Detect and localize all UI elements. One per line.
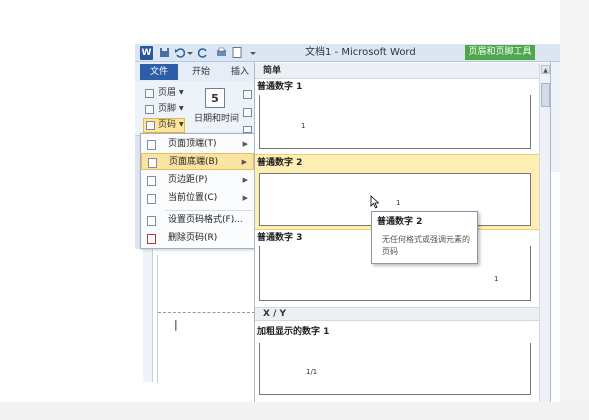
- date-time-button[interactable]: 日期和时间: [194, 113, 239, 125]
- print-icon[interactable]: [216, 47, 227, 59]
- gallery-item-label: 普通数字 1: [257, 82, 303, 92]
- undo-icon[interactable]: [174, 47, 186, 59]
- tab-file[interactable]: 文件: [140, 64, 178, 80]
- scroll-thumb[interactable]: [541, 83, 550, 107]
- footer-boundary-line: [158, 312, 255, 313]
- page-margin-icon: [147, 176, 156, 186]
- menu-item-label: 页面顶端(T): [168, 139, 217, 149]
- gallery-scrollbar[interactable]: ▲: [539, 63, 550, 402]
- ribbon-right-edge: [551, 62, 560, 172]
- menu-item-remove-page-number[interactable]: 删除页码(R): [141, 230, 254, 247]
- gallery-category-xy: X / Y: [255, 307, 539, 321]
- menu-item-label: 页边距(P): [168, 175, 208, 185]
- menu-separator: [165, 210, 253, 211]
- vertical-ruler: [143, 249, 153, 382]
- mouse-pointer-icon: [370, 195, 380, 209]
- submenu-arrow-icon: ▶: [242, 176, 248, 184]
- current-position-icon: [147, 194, 156, 204]
- tab-insert[interactable]: 插入: [231, 65, 249, 79]
- window-title: 文档1 - Microsoft Word: [305, 47, 416, 58]
- gallery-item-label: 普通数字 2: [257, 158, 303, 168]
- tooltip-title: 普通数字 2: [377, 217, 423, 227]
- tab-home[interactable]: 开始: [192, 65, 210, 79]
- footer-icon: [145, 105, 154, 114]
- footer-dropdown-icon[interactable]: ▼: [179, 103, 184, 115]
- tooltip: 普通数字 2 无任何格式或强调元素的页码: [371, 211, 478, 264]
- gallery-item-bold-number-1[interactable]: 加粗显示的数字 1 1/1: [255, 321, 539, 402]
- submenu-arrow-icon: ▶: [241, 158, 247, 166]
- calendar-icon[interactable]: 5: [205, 88, 225, 108]
- menu-item-current-position[interactable]: 当前位置(C) ▶: [141, 190, 254, 207]
- page-number-menu: 页面顶端(T) ▶ 页面底端(B) ▶ 页边距(P) ▶ 当前位置(C) ▶ 设…: [140, 133, 255, 249]
- page-number-preview: 1: [301, 122, 306, 130]
- gallery-item-plain-number-1[interactable]: 普通数字 1 1: [255, 79, 539, 154]
- menu-item-label: 当前位置(C): [168, 193, 218, 203]
- dropdown-icon[interactable]: [187, 47, 193, 59]
- header-dropdown-icon[interactable]: ▼: [179, 87, 184, 99]
- context-tab-header-footer-tools[interactable]: 页眉和页脚工具: [465, 45, 535, 60]
- page-bottom-icon: [148, 158, 157, 168]
- clipart-icon[interactable]: [243, 108, 252, 117]
- picture-icon[interactable]: [243, 90, 252, 99]
- submenu-arrow-icon: ▶: [242, 194, 248, 202]
- header-button[interactable]: 页眉: [158, 87, 176, 99]
- menu-item-label: 页面底端(B): [169, 157, 219, 167]
- menu-item-page-top[interactable]: 页面顶端(T) ▶: [141, 136, 254, 153]
- format-pagenum-icon: [147, 216, 156, 226]
- page-number-preview: 1: [494, 275, 499, 283]
- page-number-icon: [146, 121, 155, 130]
- page-number-label: 页码: [158, 120, 177, 130]
- new-doc-icon[interactable]: [232, 47, 242, 59]
- document-page[interactable]: [157, 255, 255, 383]
- text-cursor: |: [174, 318, 178, 331]
- gallery-item-label: 加粗显示的数字 1: [257, 327, 330, 337]
- background-right: [560, 0, 589, 420]
- menu-item-label: 设置页码格式(F)...: [168, 215, 243, 225]
- menu-item-page-bottom[interactable]: 页面底端(B) ▶: [141, 153, 254, 170]
- submenu-arrow-icon: ▶: [242, 140, 248, 148]
- delete-pagenum-icon: [147, 234, 156, 244]
- gallery-preview: 1/1: [259, 343, 531, 395]
- customize-qat-icon[interactable]: [249, 47, 257, 59]
- footer-button[interactable]: 页脚: [158, 103, 176, 115]
- menu-item-page-margin[interactable]: 页边距(P) ▶: [141, 172, 254, 189]
- background-bottom: [0, 402, 589, 420]
- save-icon[interactable]: [159, 47, 170, 59]
- redo-icon[interactable]: [197, 47, 209, 59]
- gallery-category-header: 简单: [255, 63, 539, 79]
- gallery-item-label: 普通数字 3: [257, 233, 303, 243]
- page-number-preview: 1: [396, 199, 401, 207]
- menu-item-format-page-number[interactable]: 设置页码格式(F)...: [141, 212, 254, 229]
- word-app-icon[interactable]: W: [140, 46, 153, 60]
- group-icon: [243, 126, 252, 133]
- header-icon: [145, 89, 154, 98]
- scroll-up-icon[interactable]: ▲: [541, 65, 550, 74]
- gallery-preview: 1: [259, 95, 531, 149]
- page-top-icon: [147, 140, 156, 150]
- menu-item-label: 删除页码(R): [168, 233, 218, 243]
- tooltip-description: 无任何格式或强调元素的页码: [382, 235, 470, 256]
- stage: W 文档1 - Microsoft Word 页眉和页脚工具 文件 开始 插入 …: [0, 0, 589, 420]
- page-number-preview: 1/1: [306, 368, 318, 376]
- page-number-dropdown-icon[interactable]: ▼: [179, 119, 184, 131]
